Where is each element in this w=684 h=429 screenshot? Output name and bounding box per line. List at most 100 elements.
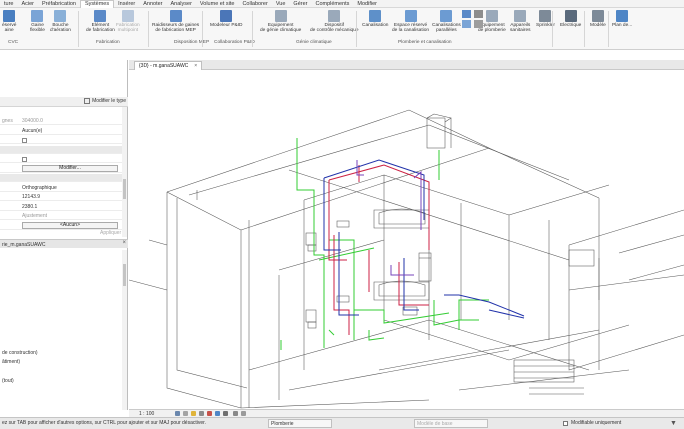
menu-item[interactable]: ture: [0, 0, 17, 8]
ribbon-button[interactable]: Modeleur P&ID: [210, 10, 243, 28]
ribbon: éservé aine Gaine flexible Bouche d'aérati…: [0, 8, 684, 50]
property-group-header[interactable]: [0, 145, 122, 154]
ribbon-button-label: Canalisation: [362, 23, 389, 28]
menu-item[interactable]: Collaborer: [238, 0, 271, 8]
property-row[interactable]: 2380.1: [0, 203, 122, 211]
small-tool-icon[interactable]: [474, 10, 483, 18]
ribbon-button[interactable]: Canalisation: [362, 10, 388, 28]
close-icon[interactable]: ×: [194, 62, 197, 70]
property-button[interactable]: Modifier...: [22, 165, 118, 172]
menu-item[interactable]: Systèmes: [79, 0, 115, 8]
filter-icon[interactable]: ▼: [670, 420, 677, 427]
menu-item[interactable]: Gérer: [289, 0, 311, 8]
ribbon-group-label: Disposition MEP: [174, 40, 210, 45]
small-tool-icon[interactable]: [462, 10, 471, 18]
browser-tree-item[interactable]: âtiment): [2, 359, 20, 365]
ribbon-button[interactable]: Modèle: [590, 10, 606, 28]
apply-button[interactable]: Appliquer: [100, 230, 121, 236]
menu-item[interactable]: Préfabrication: [38, 0, 80, 8]
property-button[interactable]: <Aucun>: [22, 222, 118, 229]
crop-view-icon[interactable]: [207, 411, 212, 416]
ribbon-button[interactable]: Raidisseurs de gaines de fabrication MEP: [152, 10, 199, 33]
property-value[interactable]: Orthographique: [22, 184, 57, 192]
checkbox[interactable]: [563, 421, 568, 426]
menu-item[interactable]: Annoter: [139, 0, 166, 8]
ribbon-group-divider: [356, 11, 357, 47]
shadows-icon[interactable]: [199, 411, 204, 416]
property-group-header[interactable]: [0, 174, 122, 182]
left-panel: Modifier le type gnes 304000.0 Aucun(e) Mod…: [0, 60, 128, 410]
system-selector[interactable]: Plomberie: [268, 419, 332, 428]
menu-item[interactable]: Volume et site: [196, 0, 239, 8]
ribbon-button[interactable]: Canalisations parallèles: [432, 10, 461, 33]
property-checkbox[interactable]: [22, 137, 27, 143]
property-row[interactable]: gnes 304000.0: [0, 117, 122, 125]
temporary-hide-icon[interactable]: [215, 411, 220, 416]
ribbon-tool-icon: [539, 10, 552, 22]
3d-viewport[interactable]: [129, 70, 684, 409]
status-bar: ez sur TAB pour afficher d'autres option…: [0, 417, 684, 429]
menu-item[interactable]: Modifier: [353, 0, 381, 8]
ribbon-button[interactable]: Plan de...: [612, 10, 632, 28]
menu-item[interactable]: Analyser: [167, 0, 196, 8]
scroll-thumb[interactable]: [123, 264, 126, 286]
scroll-thumb[interactable]: [123, 179, 126, 199]
ribbon-button[interactable]: Espace réservé de la canalisation: [392, 10, 429, 33]
ribbon-tool-icon: [3, 10, 16, 22]
small-tool-icon[interactable]: [474, 20, 483, 28]
menu-item[interactable]: Acier: [17, 0, 38, 8]
sun-path-icon[interactable]: [191, 411, 196, 416]
ribbon-tool-icon: [485, 10, 498, 22]
ribbon-button[interactable]: Appareils sanitaires: [510, 10, 531, 33]
property-value[interactable]: Aucun(e): [22, 127, 42, 135]
property-row[interactable]: <Aucun>: [0, 222, 122, 230]
ribbon-button-label: Gaine flexible: [30, 23, 45, 34]
design-option-selector[interactable]: Modèle de base: [414, 419, 488, 428]
detail-level-icon[interactable]: [175, 411, 180, 416]
ribbon-group-label: Plomberie et canalisation: [398, 40, 452, 45]
ribbon-button[interactable]: Dispositif de contrôle mécanique: [310, 10, 359, 33]
lock-view-icon[interactable]: [233, 411, 238, 416]
close-icon[interactable]: ×: [122, 240, 126, 246]
browser-scrollbar[interactable]: [122, 250, 127, 410]
property-value[interactable]: 12143.9: [22, 193, 40, 201]
properties-scrollbar[interactable]: [122, 107, 127, 237]
ribbon-button[interactable]: Equipement de génie climatique: [260, 10, 301, 33]
ribbon-group-label: Collaboration P&ID: [214, 40, 255, 45]
ribbon-tool-icon: [591, 10, 604, 22]
tab-3d-view[interactable]: {3D} - m.ganaSUAWC ×: [134, 61, 203, 70]
modify-type-button[interactable]: Modifier le type: [84, 98, 126, 104]
visual-style-icon[interactable]: [183, 411, 188, 416]
ribbon-button[interactable]: Bouche d'aération: [50, 10, 71, 33]
property-row[interactable]: [0, 155, 122, 163]
small-tool-icon[interactable]: [462, 20, 471, 28]
ribbon-button[interactable]: Elément de fabrication: [86, 10, 115, 33]
reveal-hidden-icon[interactable]: [223, 411, 228, 416]
property-row[interactable]: Modifier...: [0, 165, 122, 173]
view-tab-bar: {3D} - m.ganaSUAWC ×: [129, 60, 684, 70]
property-row[interactable]: Ajustement: [0, 212, 122, 220]
property-checkbox[interactable]: [22, 156, 27, 162]
property-row[interactable]: Aucun(e): [0, 127, 122, 135]
property-row[interactable]: 12143.9: [0, 193, 122, 201]
ribbon-tool-icon: [54, 10, 67, 22]
browser-tree-item[interactable]: (tout): [2, 378, 14, 384]
ribbon-button[interactable]: Fabrication multipoint: [116, 10, 140, 33]
menu-item[interactable]: Insérer: [114, 0, 139, 8]
property-row[interactable]: Orthographique: [0, 184, 122, 192]
property-value[interactable]: Ajustement: [22, 212, 47, 220]
ribbon-button[interactable]: éservé aine: [2, 10, 16, 33]
menu-item[interactable]: Vue: [272, 0, 290, 8]
ribbon-button[interactable]: Electrique: [560, 10, 581, 28]
worksharing-icon[interactable]: [241, 411, 246, 416]
property-value[interactable]: 2380.1: [22, 203, 37, 211]
ribbon-button[interactable]: Gaine flexible: [30, 10, 45, 33]
browser-tree-item[interactable]: de construction): [2, 350, 38, 356]
properties-type-selector: Modifier le type: [0, 97, 128, 107]
property-row[interactable]: [0, 136, 122, 144]
editable-only-toggle[interactable]: Modifiable uniquement: [563, 418, 621, 429]
property-value[interactable]: 304000.0: [22, 117, 43, 125]
tab-label: {3D} - m.ganaSUAWC: [139, 63, 189, 69]
ribbon-tool-icon: [274, 10, 287, 22]
menu-item[interactable]: Compléments: [311, 0, 353, 8]
